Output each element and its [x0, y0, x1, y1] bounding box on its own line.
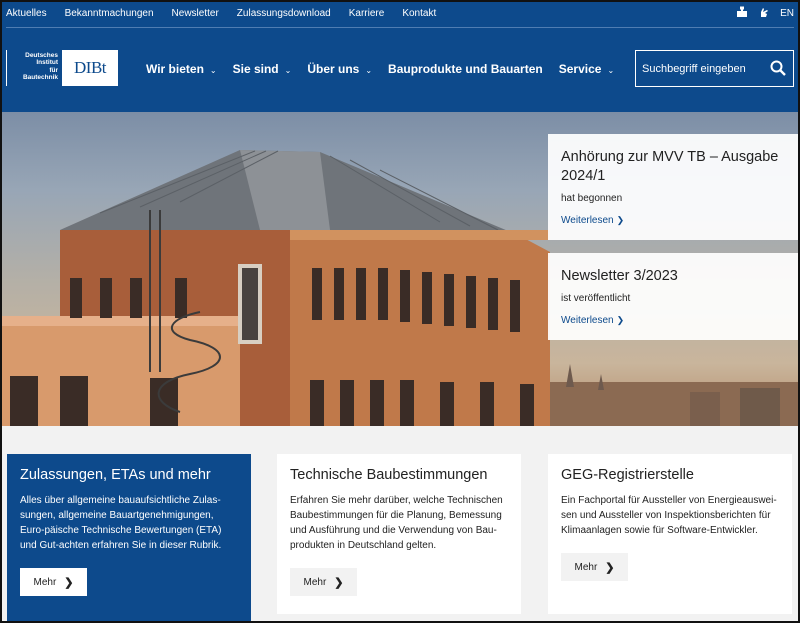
chevron-down-icon: ⌄: [284, 65, 292, 75]
chevron-down-icon: ⌄: [607, 65, 615, 75]
nav-item-bauprodukte[interactable]: Bauprodukte und Bauarten: [388, 62, 543, 76]
link-karriere[interactable]: Karriere: [349, 8, 385, 19]
feature-cards: Zulassungen, ETAs und mehr Alles über al…: [0, 426, 800, 623]
card-title: Technische Baubestimmungen: [290, 467, 488, 483]
logo-institution-text: Deutsches Institut für Bautechnik: [6, 50, 62, 86]
chevron-right-icon: ❯: [616, 315, 625, 325]
dibt-logo[interactable]: Deutsches Institut für Bautechnik DIBt: [6, 50, 118, 86]
mehr-button[interactable]: Mehr ❯: [20, 568, 87, 596]
search-box: [635, 50, 794, 87]
link-bekanntmachungen[interactable]: Bekanntmachungen: [65, 8, 154, 19]
site-header: Deutsches Institut für Bautechnik DIBt W…: [0, 28, 800, 112]
top-utility-bar: Aktuelles Bekanntmachungen Newsletter Zu…: [0, 0, 800, 28]
teaser-status: ist veröffentlicht: [561, 293, 631, 304]
card-text: Erfahren Sie mehr darüber, welche Techni…: [290, 495, 503, 551]
utility-icons: EN: [736, 6, 794, 21]
utility-links: Aktuelles Bekanntmachungen Newsletter Zu…: [6, 8, 436, 19]
teaser-read-more-link[interactable]: Weiterlesen ❯: [561, 215, 785, 226]
link-zulassungsdownload[interactable]: Zulassungsdownload: [237, 8, 331, 19]
main-navigation: Wir bieten ⌄ Sie sind ⌄ Über uns ⌄ Bauprodu…: [146, 62, 630, 76]
card-geg-registrierstelle: GEG-Registrierstelle Ein Fachportal für …: [548, 454, 792, 614]
nav-item-service[interactable]: Service ⌄: [559, 62, 614, 76]
card-title: GEG-Registrierstelle: [561, 467, 694, 483]
logo-line: Bautechnik: [22, 74, 58, 82]
chevron-down-icon: ⌄: [365, 65, 373, 75]
card-text: Ein Fachportal für Aussteller von Energi…: [561, 495, 777, 536]
logo-line: Institut: [36, 59, 58, 67]
teaser-newsletter: Newsletter 3/2023 ist veröffentlicht Wei…: [548, 253, 798, 340]
logo-line: für: [49, 66, 58, 74]
nav-item-sie-sind[interactable]: Sie sind ⌄: [233, 62, 292, 76]
nav-label: Über uns: [307, 62, 360, 76]
nav-label: Service: [558, 62, 602, 76]
link-newsletter[interactable]: Newsletter: [172, 8, 219, 19]
card-zulassungen: Zulassungen, ETAs und mehr Alles über al…: [7, 454, 251, 623]
chevron-down-icon: ⌄: [209, 65, 217, 75]
button-label: Mehr: [33, 576, 57, 588]
language-switch[interactable]: EN: [780, 8, 794, 19]
search-input[interactable]: [636, 62, 764, 75]
chevron-right-icon: ❯: [616, 215, 625, 225]
card-technische-baubestimmungen: Technische Baubestimmungen Erfahren Sie …: [277, 454, 521, 614]
hero-banner: Anhörung zur MVV TB – Ausgabe 2024/1 hat…: [0, 112, 800, 426]
card-title: Zulassungen, ETAs und mehr: [20, 467, 211, 483]
nav-label: Wir bieten: [146, 62, 204, 76]
sign-language-icon[interactable]: [758, 6, 770, 21]
teaser-status: hat begonnen: [561, 193, 623, 204]
teaser-read-more-link[interactable]: Weiterlesen ❯: [561, 315, 785, 326]
link-label: Weiterlesen: [561, 315, 614, 326]
chevron-right-icon: ❯: [334, 576, 344, 589]
link-aktuelles[interactable]: Aktuelles: [6, 8, 47, 19]
teaser-mvv-tb: Anhörung zur MVV TB – Ausgabe 2024/1 hat…: [548, 134, 798, 240]
chevron-right-icon: ❯: [64, 576, 74, 589]
nav-item-ueber-uns[interactable]: Über uns ⌄: [307, 62, 372, 76]
nav-label: Sie sind: [232, 62, 279, 76]
search-icon[interactable]: [764, 56, 790, 82]
logo-mark: DIBt: [62, 50, 118, 86]
teaser-title: Anhörung zur MVV TB – Ausgabe 2024/1: [561, 149, 779, 184]
mehr-button[interactable]: Mehr ❯: [561, 553, 628, 581]
teaser-title: Newsletter 3/2023: [561, 268, 678, 284]
logo-line: Deutsches: [25, 52, 58, 59]
button-label: Mehr: [574, 561, 598, 573]
button-label: Mehr: [303, 576, 327, 588]
accessibility-icon[interactable]: [736, 6, 748, 21]
link-label: Weiterlesen: [561, 215, 614, 226]
nav-label: Bauprodukte und Bauarten: [388, 62, 543, 76]
link-kontakt[interactable]: Kontakt: [402, 8, 436, 19]
card-text: Alles über allgemeine bauaufsichtliche Z…: [20, 495, 222, 551]
nav-item-wir-bieten[interactable]: Wir bieten ⌄: [146, 62, 217, 76]
mehr-button[interactable]: Mehr ❯: [290, 568, 357, 596]
chevron-right-icon: ❯: [605, 561, 615, 574]
